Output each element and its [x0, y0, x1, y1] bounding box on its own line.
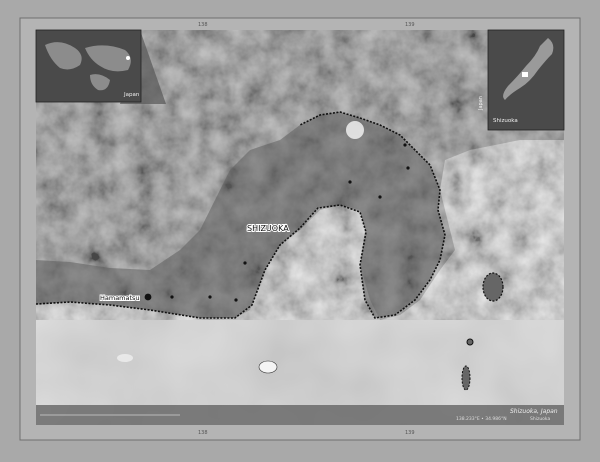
city-label-hamamatsu: Hamamatsu — [100, 294, 140, 302]
island — [482, 272, 504, 302]
town-marker — [403, 143, 407, 147]
top-tick-2: 139 — [405, 22, 415, 28]
bottom-tick-2: 139 — [405, 430, 415, 436]
inset-world-label: Japan — [123, 92, 140, 98]
town-marker — [234, 298, 238, 302]
inset-japan: Japan Shizuoka — [478, 29, 565, 131]
town-marker — [378, 195, 382, 199]
top-tick-1: 138 — [198, 22, 208, 28]
island — [466, 338, 474, 346]
town-marker — [243, 261, 247, 265]
town-marker — [406, 166, 410, 170]
footer-legend: Shizuoka — [530, 416, 550, 422]
town-marker — [208, 295, 212, 299]
mt-fuji — [346, 121, 364, 139]
inset-japan-country-label: Japan — [478, 96, 484, 111]
inset-japan-region-label: Shizuoka — [493, 118, 518, 124]
town-marker — [170, 295, 174, 299]
footer-coords: 138.233°E • 34.986°N — [456, 416, 507, 422]
island — [117, 354, 133, 362]
bottom-tick-1: 138 — [198, 430, 208, 436]
town-marker — [348, 180, 352, 184]
island — [461, 365, 471, 391]
map-footer: Shizuoka, Japan 138.233°E • 34.986°N Shi… — [36, 405, 564, 425]
city-marker-hamamatsu — [144, 293, 152, 301]
map-figure: SHIZUOKA Hamamatsu 138 139 138 139 Japan… — [0, 0, 600, 458]
island — [258, 360, 278, 374]
footer-title: Shizuoka, Japan — [510, 408, 558, 415]
city-label-shizuoka: SHIZUOKA — [247, 224, 289, 233]
